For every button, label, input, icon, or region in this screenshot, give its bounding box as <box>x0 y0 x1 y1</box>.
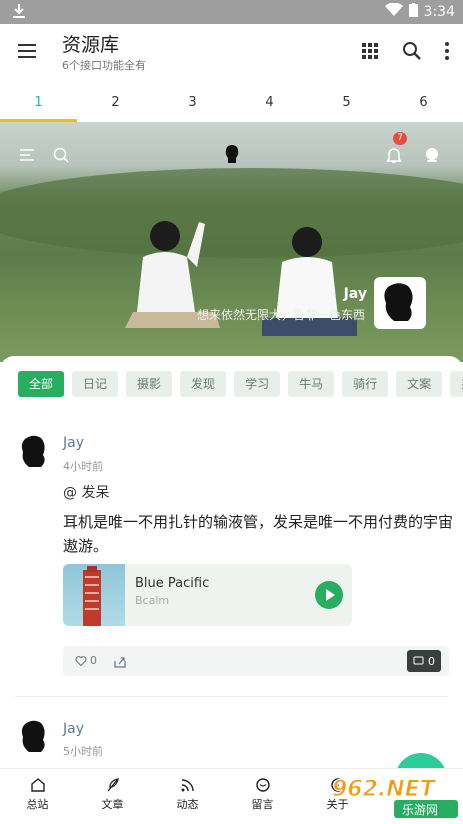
divider <box>15 696 448 697</box>
menu-icon[interactable] <box>16 41 38 61</box>
bell-icon[interactable] <box>385 146 403 164</box>
status-bar: 3:34 <box>0 0 463 24</box>
comment-count: 0 <box>428 654 435 668</box>
nav-messages-label: 留言 <box>251 798 274 811</box>
page-title: 资源库 <box>62 34 120 56</box>
download-icon <box>12 3 26 23</box>
battery-icon <box>408 3 418 21</box>
tab-5[interactable]: 5 <box>308 82 385 122</box>
hero-name: Jay <box>343 286 367 302</box>
notification-badge: 7 <box>393 132 407 145</box>
nav-home-label: 总站 <box>26 798 49 811</box>
nav-messages[interactable]: 留言 <box>225 769 300 823</box>
music-artist: Bcalm <box>135 594 170 607</box>
app-bar: 资源库 6个接口功能全有 <box>0 24 463 82</box>
chip-niuma[interactable]: 牛马 <box>288 371 335 397</box>
chip-cycling[interactable]: 骑行 <box>342 371 389 397</box>
nav-articles[interactable]: 文章 <box>75 769 150 823</box>
more-vert-icon[interactable] <box>443 40 451 62</box>
chip-all[interactable]: 全部 <box>18 371 65 397</box>
nav-feed[interactable]: 动态 <box>150 769 225 823</box>
search-icon[interactable] <box>401 40 423 62</box>
post-time: 4小时前 <box>63 460 103 473</box>
post-avatar[interactable] <box>15 433 53 471</box>
nav-feed-label: 动态 <box>176 798 199 811</box>
post-actions: 0 0 <box>63 646 449 676</box>
hero-search-icon[interactable] <box>52 146 70 164</box>
tab-2[interactable]: 2 <box>77 82 154 122</box>
hero-avatar[interactable] <box>374 277 426 329</box>
chip-photo[interactable]: 摄影 <box>126 371 173 397</box>
post-time: 5小时前 <box>63 745 103 758</box>
post-avatar[interactable] <box>15 718 53 756</box>
chip-diary[interactable]: 日记 <box>72 371 119 397</box>
heart-icon <box>75 655 87 666</box>
watermark-sub: 乐游网 <box>402 803 438 817</box>
chip-copywriting[interactable]: 文案 <box>396 371 443 397</box>
home-icon <box>30 777 46 793</box>
tab-6[interactable]: 6 <box>385 82 462 122</box>
status-time: 3:34 <box>423 4 455 20</box>
rss-icon <box>180 777 196 793</box>
hero-background <box>0 168 463 258</box>
music-card[interactable]: Blue Pacific Bcalm <box>63 564 352 626</box>
page-subtitle: 6个接口功能全有 <box>62 59 146 72</box>
nav-articles-label: 文章 <box>101 798 124 811</box>
nav-home[interactable]: 总站 <box>0 769 75 823</box>
chip-discover[interactable]: 发现 <box>180 371 227 397</box>
site-logo-icon[interactable] <box>224 144 240 164</box>
like-count: 0 <box>90 654 97 667</box>
comment-button[interactable]: 0 <box>407 650 441 672</box>
feed-panel: 全部 日记 摄影 发现 学习 牛马 骑行 文案 杰伦 Jay 4小时前 @ 发呆… <box>0 356 463 768</box>
comment-icon <box>413 656 424 665</box>
music-title: Blue Pacific <box>135 576 210 591</box>
menu-lines-icon[interactable] <box>18 146 36 164</box>
watermark-text: 962.NET <box>332 777 437 802</box>
post-tag[interactable]: @ 发呆 <box>63 482 109 502</box>
tab-1[interactable]: 1 <box>0 82 77 122</box>
tab-3[interactable]: 3 <box>154 82 231 122</box>
tab-bar: 1 2 3 4 5 6 <box>0 82 463 122</box>
chip-study[interactable]: 学习 <box>234 371 281 397</box>
user-icon[interactable] <box>423 146 441 164</box>
album-cover <box>63 564 125 626</box>
hero-banner: 7 Jay 想来依然无限大，香非一色东西 <box>0 122 463 362</box>
site-watermark: 962.NET 乐游网 <box>328 772 463 820</box>
play-icon[interactable] <box>315 581 343 609</box>
tab-4[interactable]: 4 <box>231 82 308 122</box>
post-author[interactable]: Jay <box>63 721 84 737</box>
category-chips: 全部 日记 摄影 发现 学习 牛马 骑行 文案 杰伦 <box>18 371 463 397</box>
post-author[interactable]: Jay <box>63 435 84 451</box>
chat-icon <box>255 777 271 793</box>
wifi-icon <box>384 2 403 21</box>
post-text: 耳机是唯一不用扎针的输液管，发呆是唯一不用付费的宇宙遨游。 <box>63 513 454 555</box>
like-button[interactable]: 0 <box>75 654 97 667</box>
hero-motto: 想来依然无限大，香非一色东西 <box>196 308 365 322</box>
feather-icon <box>105 777 121 793</box>
grid-icon[interactable] <box>359 40 381 62</box>
chip-jielun[interactable]: 杰伦 <box>450 371 463 397</box>
share-icon[interactable] <box>113 654 127 668</box>
